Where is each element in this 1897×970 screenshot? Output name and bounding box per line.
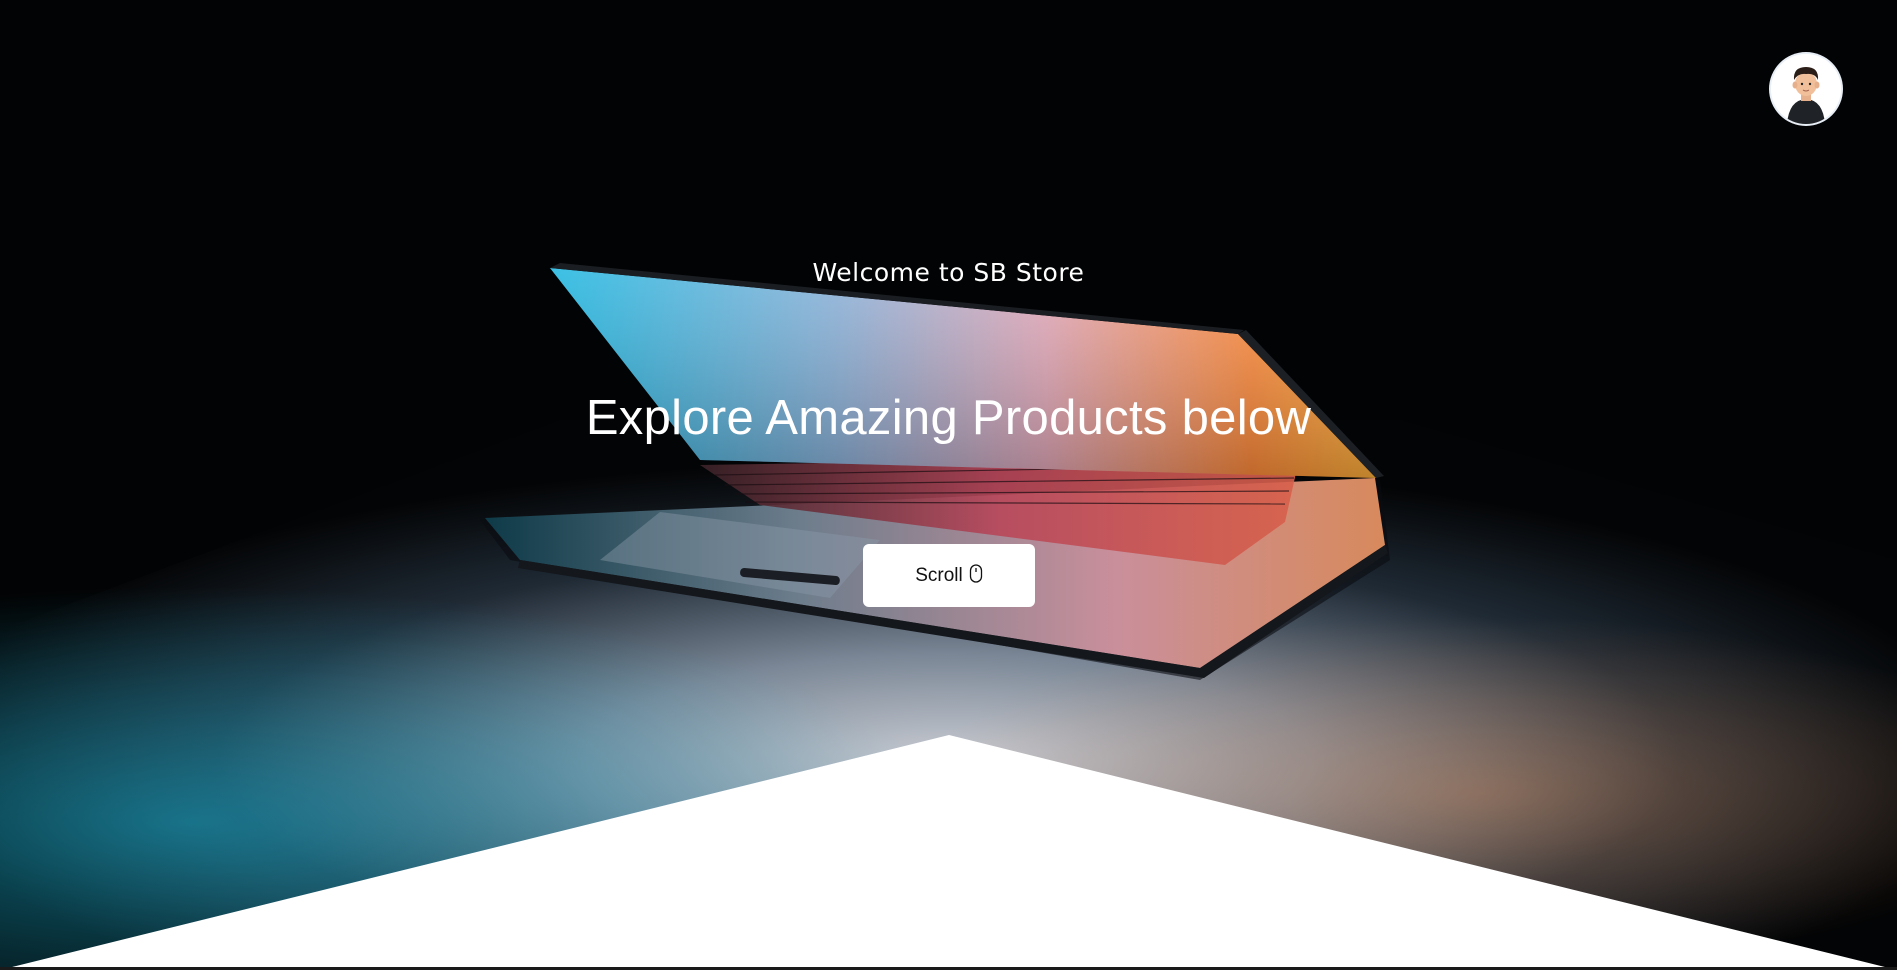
user-avatar-icon [1771, 54, 1841, 124]
hero-background-image [0, 0, 1897, 970]
welcome-text: Welcome to SB Store [812, 258, 1085, 287]
mouse-icon [969, 563, 982, 583]
user-avatar-button[interactable] [1771, 54, 1841, 124]
scroll-button-label: Scroll [915, 564, 963, 586]
hero-section: Welcome to SB Store Explore Amazing Prod… [0, 0, 1897, 970]
scroll-button[interactable]: Scroll [863, 544, 1035, 607]
hero-headline: Explore Amazing Products below [585, 391, 1312, 445]
